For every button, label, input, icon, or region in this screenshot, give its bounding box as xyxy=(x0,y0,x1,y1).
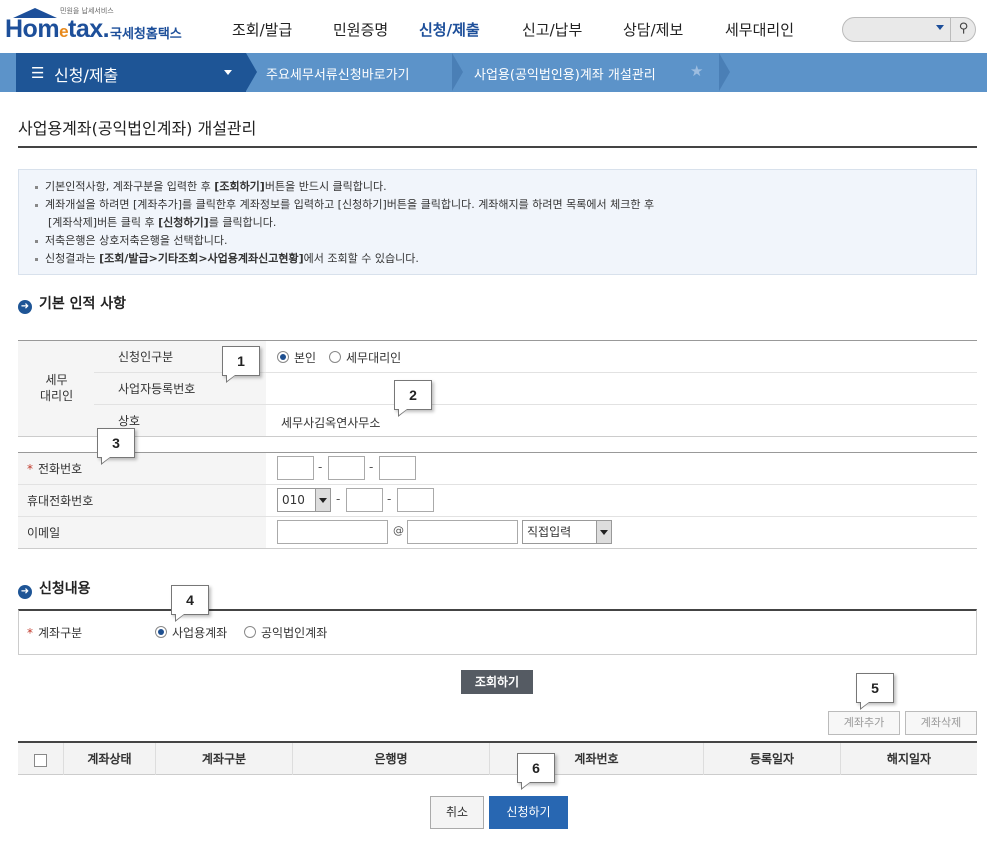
dash: - xyxy=(336,492,341,506)
row-divider xyxy=(18,436,977,437)
row-divider xyxy=(18,484,977,485)
applicant-type-label: 신청인구분 xyxy=(118,350,174,364)
gnb-item-consult[interactable]: 상담/제보 xyxy=(623,19,683,40)
search-icon: ⚲ xyxy=(958,21,969,36)
gnb-item-filing[interactable]: 신고/납부 xyxy=(522,19,582,40)
column-header: 계좌구분 xyxy=(155,743,292,775)
info-box: 기본인적사항, 계좌구분을 입력한 후 [조회하기]버튼을 반드시 클릭합니다.… xyxy=(18,169,977,275)
search-button[interactable]: ⚲ xyxy=(950,18,976,41)
cancel-button[interactable]: 취소 xyxy=(430,796,484,829)
phone-part3-input[interactable] xyxy=(379,456,416,480)
callout-4: 4 xyxy=(171,585,209,622)
gnb-item-tax-agent[interactable]: 세무대리인 xyxy=(725,19,794,40)
email-domain-select[interactable]: 직접입력 xyxy=(522,520,612,544)
row-divider xyxy=(94,404,977,405)
info-line: 저축은행은 상호저축은행을 선택합니다. xyxy=(35,232,228,248)
column-header: 은행명 xyxy=(292,743,489,775)
column-header: 등록일자 xyxy=(703,743,840,775)
row-divider xyxy=(18,548,977,549)
info-line: 신청결과는 [조회/발급>기타조회>사업용계좌신고현황]에서 조회할 수 있습니… xyxy=(35,250,419,266)
account-business-radio[interactable] xyxy=(155,626,167,638)
mobile-part2-input[interactable] xyxy=(346,488,383,512)
logo-korean-name: 국세청홈택스 xyxy=(110,27,182,42)
breadcrumb-item-shortcuts[interactable]: 주요세무서류신청바로가기 xyxy=(266,64,410,83)
chevron-down-icon[interactable] xyxy=(936,25,944,30)
mobile-part3-input[interactable] xyxy=(397,488,434,512)
account-type-label: * 계좌구분 xyxy=(27,626,83,640)
row-divider xyxy=(18,452,977,453)
breadcrumb-separator xyxy=(246,53,257,91)
breadcrumb-separator xyxy=(452,53,463,91)
mobile-label: 휴대전화번호 xyxy=(27,494,94,508)
account-public-radio[interactable] xyxy=(244,626,256,638)
phone-part2-input[interactable] xyxy=(328,456,365,480)
chevron-down-icon[interactable] xyxy=(315,489,330,511)
gnb-item-inquiry[interactable]: 조회/발급 xyxy=(232,19,292,40)
callout-3: 3 xyxy=(97,428,135,465)
dash: - xyxy=(318,460,323,474)
email-at-sign: @ xyxy=(393,524,404,537)
callout-1: 1 xyxy=(222,346,260,383)
page-title: 사업용계좌(공익법인계좌) 개설관리 xyxy=(18,119,257,138)
email-id-input[interactable] xyxy=(277,520,388,544)
company-value: 세무사김옥연사무소 xyxy=(281,416,381,430)
agent-group-label: 세무 대리인 xyxy=(40,373,74,403)
email-label: 이메일 xyxy=(27,526,61,540)
gnb-item-certificates[interactable]: 민원증명 xyxy=(333,19,388,40)
arrow-circle-icon: ➜ xyxy=(18,585,32,599)
bizno-label: 사업자등록번호 xyxy=(118,382,196,396)
info-line: 계좌개설을 하려면 [계좌추가]를 클릭한후 계좌정보를 입력하고 [신청하기]… xyxy=(35,196,654,212)
logo-wordmark: Hometax. xyxy=(5,15,110,43)
breadcrumb-bar: ☰ 신청/제출 주요세무서류신청바로가기 사업용(공익법인용)계좌 개설관리 ★ xyxy=(0,53,987,92)
dash: - xyxy=(387,492,392,506)
search-account-button[interactable]: 조회하기 xyxy=(461,670,533,694)
chevron-down-icon xyxy=(224,70,232,75)
breadcrumb-item-current[interactable]: 사업용(공익법인용)계좌 개설관리 xyxy=(474,64,656,83)
company-label: 상호 xyxy=(118,414,141,428)
callout-2: 2 xyxy=(394,380,432,417)
dash: - xyxy=(369,460,374,474)
top-header: 민원을 납세서비스 Hometax. 국세청홈택스 조회/발급 민원증명 신청/… xyxy=(0,0,987,53)
gnb-item-application[interactable]: 신청/제출 xyxy=(419,19,480,40)
menu-dropdown-label: 신청/제출 xyxy=(54,66,119,85)
title-divider xyxy=(18,146,977,148)
callout-5: 5 xyxy=(856,673,894,710)
info-line: [계좌삭제]버튼 클릭 후 [신청하기]를 클릭합니다. xyxy=(48,216,277,229)
callout-6: 6 xyxy=(517,753,555,790)
account-table-header: 계좌상태 계좌구분 은행명 계좌번호 등록일자 해지일자 xyxy=(18,741,977,775)
apply-button[interactable]: 신청하기 xyxy=(489,796,568,829)
breadcrumb-separator xyxy=(719,53,730,91)
arrow-circle-icon: ➜ xyxy=(18,300,32,314)
applicant-self-radio[interactable] xyxy=(277,351,289,363)
mobile-prefix-select[interactable]: 010 xyxy=(277,488,331,512)
chevron-down-icon[interactable] xyxy=(596,521,611,543)
hometax-logo[interactable]: 민원을 납세서비스 Hometax. 국세청홈택스 xyxy=(5,6,195,46)
column-header: 해지일자 xyxy=(840,743,977,775)
menu-dropdown[interactable]: ☰ 신청/제출 xyxy=(16,53,246,92)
delete-account-button[interactable]: 계좌삭제 xyxy=(905,711,977,735)
star-icon[interactable]: ★ xyxy=(690,62,703,80)
phone-part1-input[interactable] xyxy=(277,456,314,480)
email-domain-input[interactable] xyxy=(407,520,518,544)
account-business-label[interactable]: 사업용계좌 xyxy=(172,624,227,641)
applicant-agent-radio[interactable] xyxy=(329,351,341,363)
column-header: 계좌상태 xyxy=(63,743,155,775)
hamburger-icon: ☰ xyxy=(31,64,45,82)
section-title-application: ➜ 신청내용 xyxy=(18,578,91,599)
row-divider xyxy=(18,516,977,517)
section-title-basic-info: ➜ 기본 인적 사항 xyxy=(18,293,126,314)
applicant-self-label[interactable]: 본인 xyxy=(294,349,316,366)
select-all-checkbox[interactable] xyxy=(34,754,47,767)
search-box[interactable]: ⚲ xyxy=(842,17,976,42)
add-account-button[interactable]: 계좌추가 xyxy=(828,711,900,735)
info-line: 기본인적사항, 계좌구분을 입력한 후 [조회하기]버튼을 반드시 클릭합니다. xyxy=(35,178,387,194)
applicant-agent-label[interactable]: 세무대리인 xyxy=(346,349,401,366)
account-public-label[interactable]: 공익법인계좌 xyxy=(261,624,327,641)
phone-label: * 전화번호 xyxy=(27,462,83,476)
